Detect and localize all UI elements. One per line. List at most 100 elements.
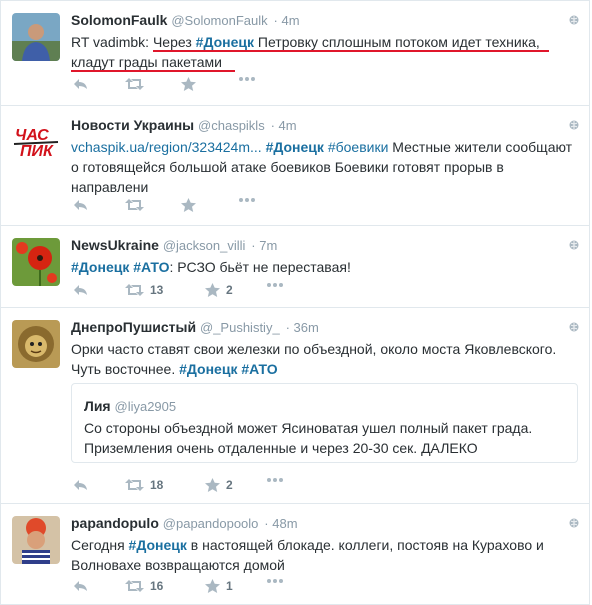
hashtag-link[interactable]: #Донецк	[179, 361, 237, 377]
author-name[interactable]: papandopulo	[71, 515, 159, 531]
retweet-icon	[125, 284, 144, 296]
retweet-icon	[125, 78, 144, 90]
tweet-text: Орки часто ставят свои железки по объезд…	[71, 339, 573, 379]
hashtag-link[interactable]: #АТО	[241, 361, 277, 377]
svg-text:ПИК: ПИК	[20, 143, 54, 160]
quoted-author-handle[interactable]: @liya2905	[115, 399, 177, 414]
tweet-feed: SolomonFaulk @SolomonFaulk · 4m RT vadim…	[0, 0, 592, 605]
retweet-button[interactable]: 18	[125, 478, 163, 492]
reply-icon	[74, 581, 87, 591]
favorite-button[interactable]: 2	[205, 283, 233, 297]
retweet-button[interactable]	[125, 77, 144, 91]
more-button[interactable]	[239, 77, 255, 81]
reply-icon	[74, 285, 87, 295]
avatar[interactable]	[12, 238, 60, 286]
hashtag-link[interactable]: #Донецк	[71, 259, 129, 275]
retweet-button[interactable]	[125, 198, 144, 212]
retweet-count: 18	[150, 478, 164, 492]
favorite-count: 1	[226, 579, 233, 593]
tweet[interactable]: papandopulo @papandopoolo · 48m Сегодня …	[0, 504, 590, 605]
quoted-author-name[interactable]: Лия	[84, 398, 111, 414]
retweet-button[interactable]: 13	[125, 283, 163, 297]
reply-button[interactable]	[73, 77, 89, 91]
avatar[interactable]	[12, 320, 60, 368]
retweet-icon	[125, 199, 144, 211]
timestamp[interactable]: · 7m	[251, 238, 277, 253]
avatar[interactable]	[12, 13, 60, 61]
hashtag-link[interactable]: #АТО	[133, 259, 169, 275]
text-segment: : РСЗО бьёт не переставая!	[169, 259, 351, 275]
retweet-count: 13	[150, 283, 164, 297]
highlight-underline	[71, 70, 235, 72]
more-button[interactable]	[267, 283, 283, 287]
reply-button[interactable]	[73, 579, 89, 593]
retweet-button[interactable]: 16	[125, 579, 163, 593]
reply-icon	[74, 79, 87, 89]
hashtag-link[interactable]: #Донецк	[266, 139, 324, 155]
tweet-text: vchaspik.ua/region/323424m... #Донецк #б…	[71, 137, 573, 197]
tweet-text: RT vadimbk: Через #Донецк Петровку сплош…	[71, 32, 573, 72]
text-segment: Сегодня	[71, 537, 129, 553]
text-prefix: RT vadimbk:	[71, 34, 153, 50]
favorite-count: 2	[226, 283, 233, 297]
reply-button[interactable]	[73, 478, 89, 492]
author-handle[interactable]: @papandopoolo	[163, 516, 259, 531]
timestamp[interactable]: · 48m	[264, 516, 297, 531]
tweet-text: #Донецк #АТО: РСЗО бьёт не переставая!	[71, 257, 573, 277]
author-handle[interactable]: @jackson_villi	[163, 238, 246, 253]
tweet[interactable]: NewsUkraine @jackson_villi · 7m #Донецк …	[0, 226, 590, 308]
favorite-button[interactable]	[181, 77, 196, 91]
hashtag-link[interactable]: #Донецк	[129, 537, 187, 553]
author-handle[interactable]: @_Pushistiy_	[200, 320, 280, 335]
author-name[interactable]: Новости Украины	[71, 117, 194, 133]
more-icon	[239, 198, 255, 202]
more-icon	[239, 77, 255, 81]
author-name[interactable]: SolomonFaulk	[71, 12, 167, 28]
more-button[interactable]	[267, 579, 283, 583]
retweet-icon	[125, 580, 144, 592]
more-button[interactable]	[239, 198, 255, 202]
globe-icon	[569, 322, 579, 332]
globe-icon	[569, 15, 579, 25]
highlight-underline	[153, 50, 549, 52]
reply-button[interactable]	[73, 198, 89, 212]
tweet[interactable]: ДнепроПушистый @_Pushistiy_ · 36m Орки ч…	[0, 308, 590, 504]
reply-button[interactable]	[73, 283, 89, 297]
more-button[interactable]	[267, 478, 283, 482]
quoted-tweet[interactable]: Лия @liya2905 Со стороны объездной может…	[71, 383, 578, 463]
retweet-count: 16	[150, 579, 164, 593]
hashtag-link[interactable]: #боевики	[328, 139, 389, 155]
favorite-icon	[205, 579, 220, 593]
reply-icon	[74, 480, 87, 490]
globe-icon	[569, 240, 579, 250]
timestamp[interactable]: · 4m	[271, 118, 297, 133]
globe-icon	[569, 518, 579, 528]
author-handle[interactable]: @chaspikls	[198, 118, 265, 133]
globe-icon	[569, 120, 579, 130]
more-icon	[267, 478, 283, 482]
favorite-count: 2	[226, 478, 233, 492]
favorite-icon	[181, 198, 196, 212]
timestamp[interactable]: · 4m	[274, 13, 300, 28]
timestamp[interactable]: · 36m	[286, 320, 319, 335]
retweet-icon	[125, 479, 144, 491]
tweet[interactable]: ЧАС ПИК Новости Украины @chaspikls · 4m …	[0, 106, 590, 226]
tweet[interactable]: SolomonFaulk @SolomonFaulk · 4m RT vadim…	[0, 0, 590, 106]
avatar[interactable]	[12, 516, 60, 564]
favorite-button[interactable]: 2	[205, 478, 233, 492]
favorite-button[interactable]: 1	[205, 579, 233, 593]
avatar[interactable]: ЧАС ПИК	[12, 118, 60, 166]
text-segment: Орки часто ставят свои железки по объезд…	[71, 341, 557, 377]
quoted-tweet-text: Со стороны объездной может Ясиноватая уш…	[84, 420, 533, 456]
favorite-button[interactable]	[181, 198, 196, 212]
text-segment: Через	[152, 34, 196, 50]
hashtag-link[interactable]: #Донецк	[196, 34, 254, 50]
more-icon	[267, 283, 283, 287]
author-handle[interactable]: @SolomonFaulk	[171, 13, 267, 28]
favorite-icon	[181, 77, 196, 91]
favorite-icon	[205, 478, 220, 492]
author-name[interactable]: ДнепроПушистый	[71, 319, 196, 335]
favorite-icon	[205, 283, 220, 297]
author-name[interactable]: NewsUkraine	[71, 237, 159, 253]
url-link[interactable]: vchaspik.ua/region/323424m...	[71, 139, 262, 155]
